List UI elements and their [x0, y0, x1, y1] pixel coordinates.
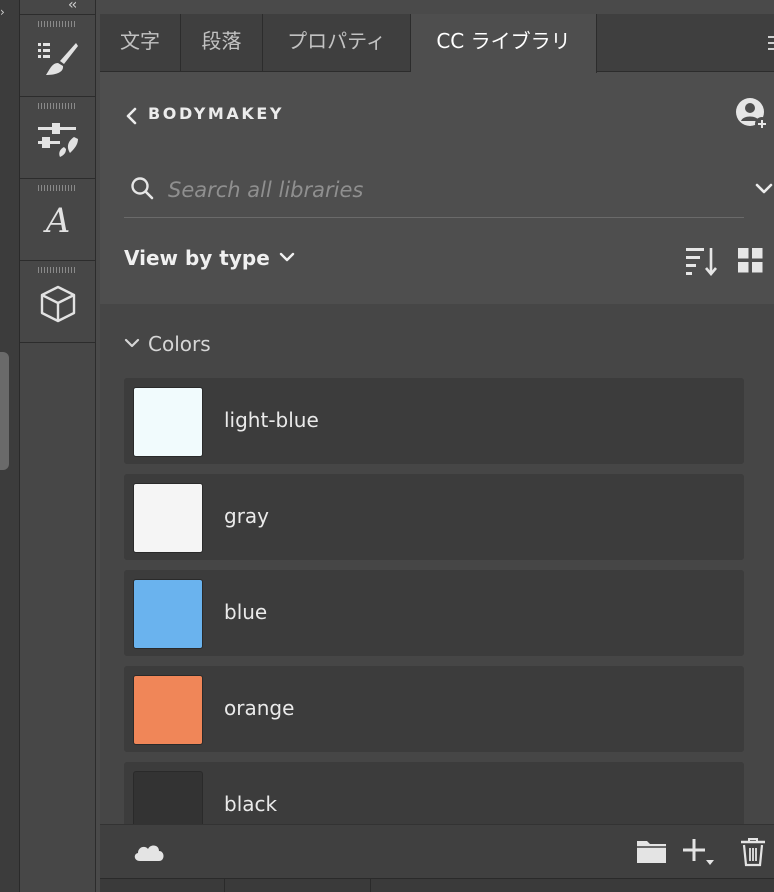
panel-tabbar: 文字 段落 プロパティ CC ライブラリ — [100, 14, 774, 73]
color-label: blue — [224, 600, 268, 624]
trash-icon[interactable] — [740, 837, 766, 867]
library-name[interactable]: BODYMAKEY — [148, 104, 284, 123]
glyphs-button[interactable]: A — [20, 179, 96, 261]
view-options-row: View by type — [100, 240, 774, 290]
bottom-panel-strip — [100, 878, 774, 892]
color-label: light-blue — [224, 408, 319, 432]
grip-handle[interactable] — [38, 103, 76, 109]
tab-cc-libraries[interactable]: CC ライブラリ — [411, 14, 597, 73]
color-swatch[interactable] — [133, 483, 203, 553]
folder-icon[interactable] — [636, 837, 668, 865]
chevron-down-icon — [279, 252, 294, 261]
brush-presets-button[interactable] — [20, 15, 96, 97]
view-by-label: View by type — [124, 246, 270, 270]
tab-properties[interactable]: プロパティ — [263, 14, 411, 72]
tool-rail: ‹‹ A — [20, 0, 96, 892]
brush-list-icon — [38, 43, 78, 75]
color-swatch[interactable] — [133, 579, 203, 649]
grip-handle[interactable] — [38, 21, 76, 27]
cc-libraries-panel: 文字 段落 プロパティ CC ライブラリ BODYMAKEY View by t… — [100, 14, 774, 892]
color-label: gray — [224, 504, 270, 528]
section-title: Colors — [148, 332, 211, 356]
library-header: BODYMAKEY — [100, 72, 774, 156]
color-label: orange — [224, 696, 295, 720]
tab-paragraph[interactable]: 段落 — [181, 14, 263, 72]
left-edge-strip: › — [0, 0, 20, 892]
add-collaborator-icon[interactable] — [734, 96, 770, 132]
view-by-dropdown[interactable]: View by type — [124, 246, 296, 270]
color-swatch[interactable] — [133, 771, 203, 824]
expand-arrow-icon[interactable]: › — [0, 6, 5, 18]
library-content: Colors light-blue gray blue orange black — [100, 304, 774, 824]
collapse-panels-icon[interactable]: ‹‹ — [68, 0, 77, 12]
color-item-blue[interactable]: blue — [124, 570, 744, 656]
scroll-handle[interactable] — [0, 352, 9, 470]
color-item-orange[interactable]: orange — [124, 666, 744, 752]
glyphs-icon: A — [45, 201, 71, 241]
color-swatch[interactable] — [133, 387, 203, 457]
brush-sliders-icon — [38, 123, 78, 157]
add-element-icon[interactable] — [682, 837, 716, 867]
library-filter-chevron-icon[interactable] — [754, 178, 774, 198]
search-icon — [131, 177, 154, 200]
tab-character[interactable]: 文字 — [100, 14, 181, 72]
panel-menu-icon[interactable] — [768, 36, 774, 50]
panel-footer — [100, 824, 774, 878]
cube-icon — [40, 285, 76, 323]
sort-icon[interactable] — [686, 246, 720, 276]
color-swatch[interactable] — [133, 675, 203, 745]
colors-section-toggle[interactable]: Colors — [124, 332, 211, 356]
chevron-down-icon — [124, 338, 140, 347]
3d-button[interactable] — [20, 261, 96, 343]
grid-view-icon[interactable] — [738, 248, 764, 274]
color-item-black[interactable]: black — [124, 762, 744, 824]
search-input[interactable] — [168, 170, 728, 210]
color-label: black — [224, 792, 278, 816]
search-bar — [124, 164, 744, 218]
brush-settings-button[interactable] — [20, 97, 96, 179]
color-item-light-blue[interactable]: light-blue — [124, 378, 744, 464]
grip-handle[interactable] — [38, 185, 76, 191]
strip-divider — [370, 879, 371, 892]
back-chevron-icon[interactable] — [122, 106, 142, 126]
grip-handle[interactable] — [38, 267, 76, 273]
cloud-sync-icon[interactable] — [132, 841, 166, 863]
color-item-gray[interactable]: gray — [124, 474, 744, 560]
strip-divider — [224, 879, 225, 892]
